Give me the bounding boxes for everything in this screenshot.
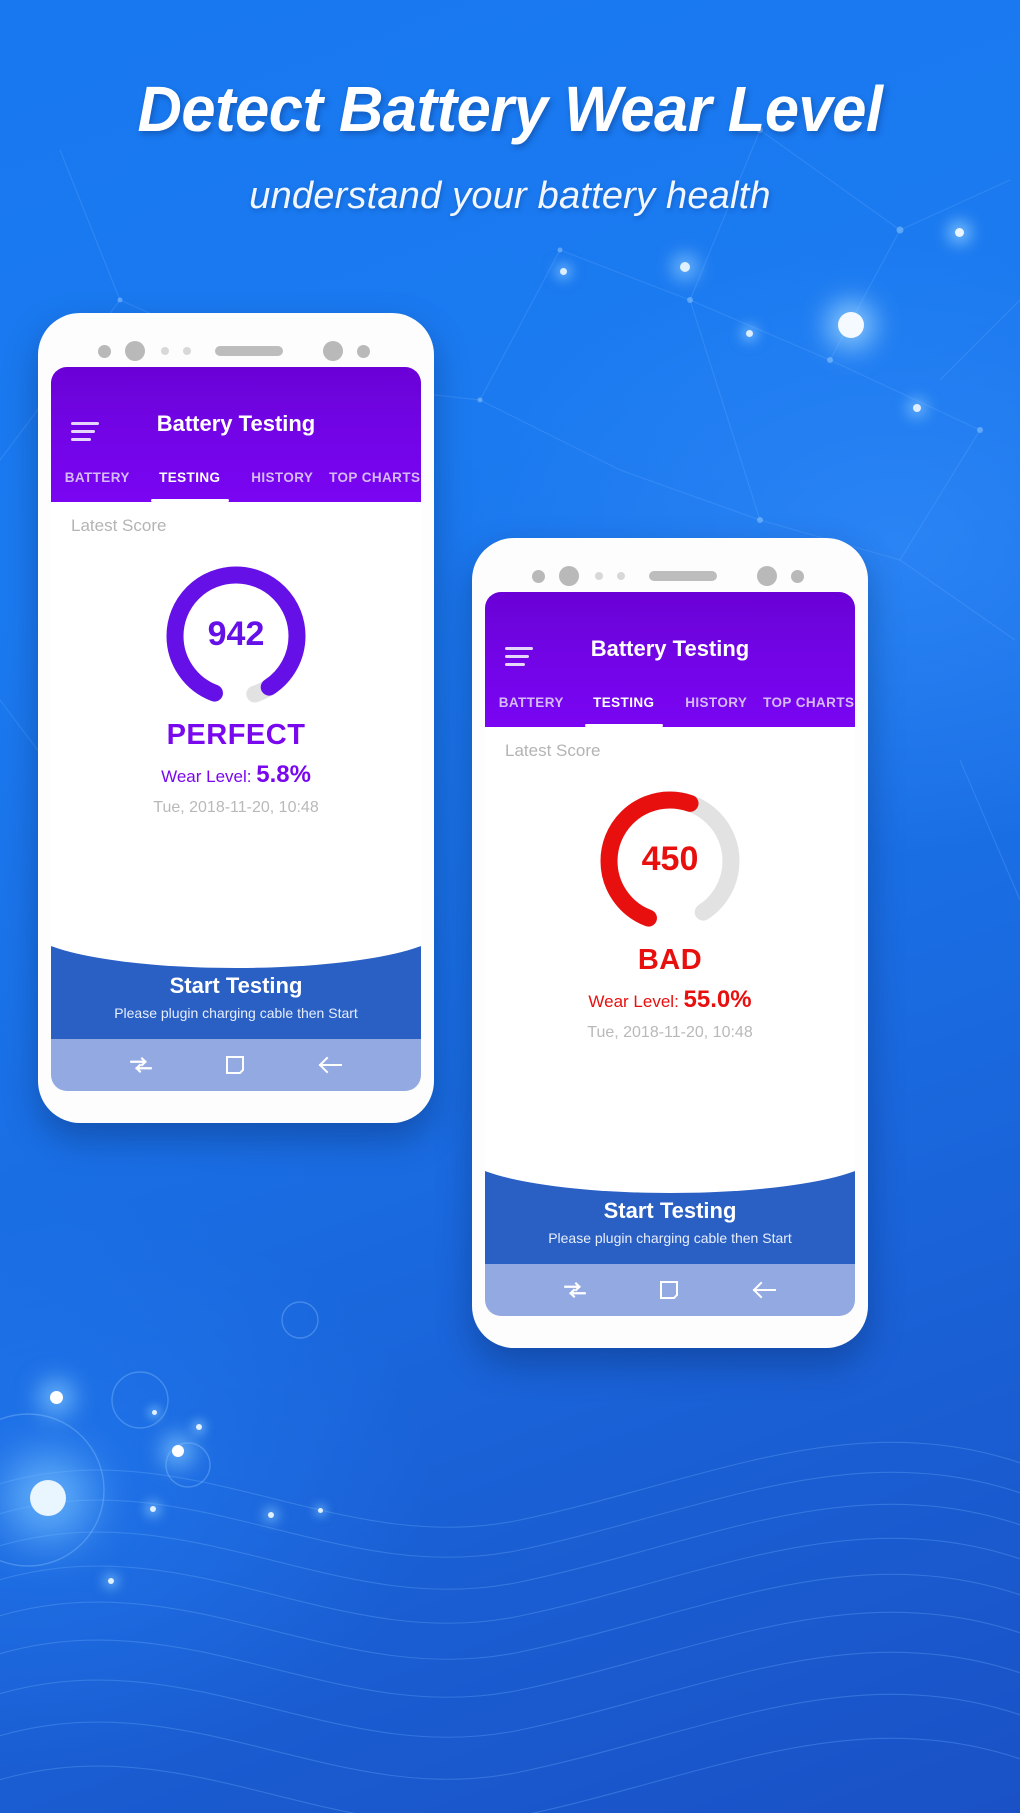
tab-bar-left: BATTERY TESTING HISTORY TOP CHARTS bbox=[51, 458, 421, 502]
sensor-dot-icon bbox=[161, 347, 169, 355]
app-title-right: Battery Testing bbox=[590, 636, 750, 661]
section-label-latest-score: Latest Score bbox=[71, 516, 167, 535]
app-title-left: Battery Testing bbox=[156, 411, 316, 436]
phone-notch-right bbox=[472, 566, 868, 586]
timestamp-right: Tue, 2018-11-20, 10:48 bbox=[587, 1024, 753, 1041]
wear-level-right: Wear Level: 55.0% bbox=[485, 986, 855, 1014]
tab-label: TOP CHARTS bbox=[763, 695, 855, 710]
recents-icon[interactable] bbox=[128, 1052, 154, 1078]
android-navbar-right bbox=[485, 1264, 855, 1316]
tab-label: HISTORY bbox=[685, 695, 748, 710]
phone-notch-left bbox=[38, 341, 434, 361]
tab-label: BATTERY bbox=[64, 470, 130, 485]
android-navbar-left bbox=[51, 1039, 421, 1091]
sensor-dot-icon bbox=[183, 347, 191, 355]
front-camera-icon bbox=[125, 341, 145, 361]
sensor-dot-icon bbox=[595, 572, 603, 580]
verdict-label-right: BAD bbox=[637, 944, 703, 976]
timestamp-left: Tue, 2018-11-20, 10:48 bbox=[153, 799, 319, 816]
section-label-latest-score: Latest Score bbox=[505, 741, 601, 760]
home-square-icon[interactable] bbox=[657, 1278, 681, 1302]
tab-history[interactable]: HISTORY bbox=[670, 683, 763, 727]
sensor-dot-icon bbox=[323, 341, 343, 361]
tab-label: TOP CHARTS bbox=[329, 470, 421, 485]
back-arrow-icon[interactable] bbox=[316, 1052, 344, 1078]
app-screen-right: Battery Testing BATTERY TESTING HISTORY … bbox=[485, 592, 855, 1316]
phone-mockup-left: Battery Testing BATTERY TESTING HISTORY … bbox=[38, 313, 434, 1123]
sensor-dot-icon bbox=[98, 344, 111, 358]
tab-label: HISTORY bbox=[251, 470, 314, 485]
sensor-dot-icon bbox=[791, 569, 804, 583]
wear-level-value: 55.0% bbox=[683, 986, 752, 1013]
app-screen-left: Battery Testing BATTERY TESTING HISTORY … bbox=[51, 367, 421, 1091]
start-testing-label-right: Start Testing bbox=[603, 1198, 737, 1223]
banner-subtitle: understand your battery health bbox=[249, 175, 771, 217]
wear-level-value: 5.8% bbox=[256, 761, 311, 788]
start-testing-hint-left: Please plugin charging cable then Start bbox=[114, 1005, 358, 1021]
back-arrow-icon[interactable] bbox=[750, 1277, 778, 1303]
tab-battery[interactable]: BATTERY bbox=[51, 458, 144, 502]
promo-banner: Detect Battery Wear Level understand you… bbox=[0, 0, 1020, 1813]
verdict-label-left: PERFECT bbox=[166, 719, 306, 751]
start-testing-panel-right[interactable]: Start Testing Please plugin charging cab… bbox=[485, 1154, 855, 1264]
tab-label: BATTERY bbox=[498, 695, 564, 710]
app-bar-left: Battery Testing BATTERY TESTING HISTORY … bbox=[51, 367, 421, 502]
earpiece-speaker bbox=[649, 571, 717, 581]
earpiece-speaker bbox=[215, 346, 283, 356]
arch-shape bbox=[485, 1154, 855, 1193]
tab-bar-right: BATTERY TESTING HISTORY TOP CHARTS bbox=[485, 683, 855, 727]
start-testing-panel-left[interactable]: Start Testing Please plugin charging cab… bbox=[51, 929, 421, 1039]
wear-level-label: Wear Level: bbox=[588, 992, 679, 1011]
sensor-dot-icon bbox=[532, 569, 545, 583]
tab-label: TESTING bbox=[593, 695, 655, 710]
wear-level-label: Wear Level: bbox=[161, 767, 252, 786]
tab-battery[interactable]: BATTERY bbox=[485, 683, 578, 727]
app-bar-right: Battery Testing BATTERY TESTING HISTORY … bbox=[485, 592, 855, 727]
score-value-right: 450 bbox=[641, 840, 699, 878]
tab-testing[interactable]: TESTING bbox=[578, 683, 671, 727]
front-camera-icon bbox=[559, 566, 579, 586]
recents-icon[interactable] bbox=[562, 1277, 588, 1303]
start-testing-hint-right: Please plugin charging cable then Start bbox=[548, 1230, 792, 1246]
tab-testing[interactable]: TESTING bbox=[144, 458, 237, 502]
tab-top-charts[interactable]: TOP CHARTS bbox=[763, 683, 856, 727]
sensor-dot-icon bbox=[757, 566, 777, 586]
sensor-dot-icon bbox=[617, 572, 625, 580]
wear-level-left: Wear Level: 5.8% bbox=[51, 761, 421, 789]
score-value-left: 942 bbox=[207, 615, 265, 653]
phone-mockup-right: Battery Testing BATTERY TESTING HISTORY … bbox=[472, 538, 868, 1348]
banner-title: Detect Battery Wear Level bbox=[137, 73, 883, 145]
start-testing-label-left: Start Testing bbox=[169, 973, 303, 998]
tab-history[interactable]: HISTORY bbox=[236, 458, 329, 502]
tab-top-charts[interactable]: TOP CHARTS bbox=[329, 458, 422, 502]
tab-label: TESTING bbox=[159, 470, 221, 485]
home-square-icon[interactable] bbox=[223, 1053, 247, 1077]
arch-shape bbox=[51, 929, 421, 968]
sensor-dot-icon bbox=[357, 344, 370, 358]
